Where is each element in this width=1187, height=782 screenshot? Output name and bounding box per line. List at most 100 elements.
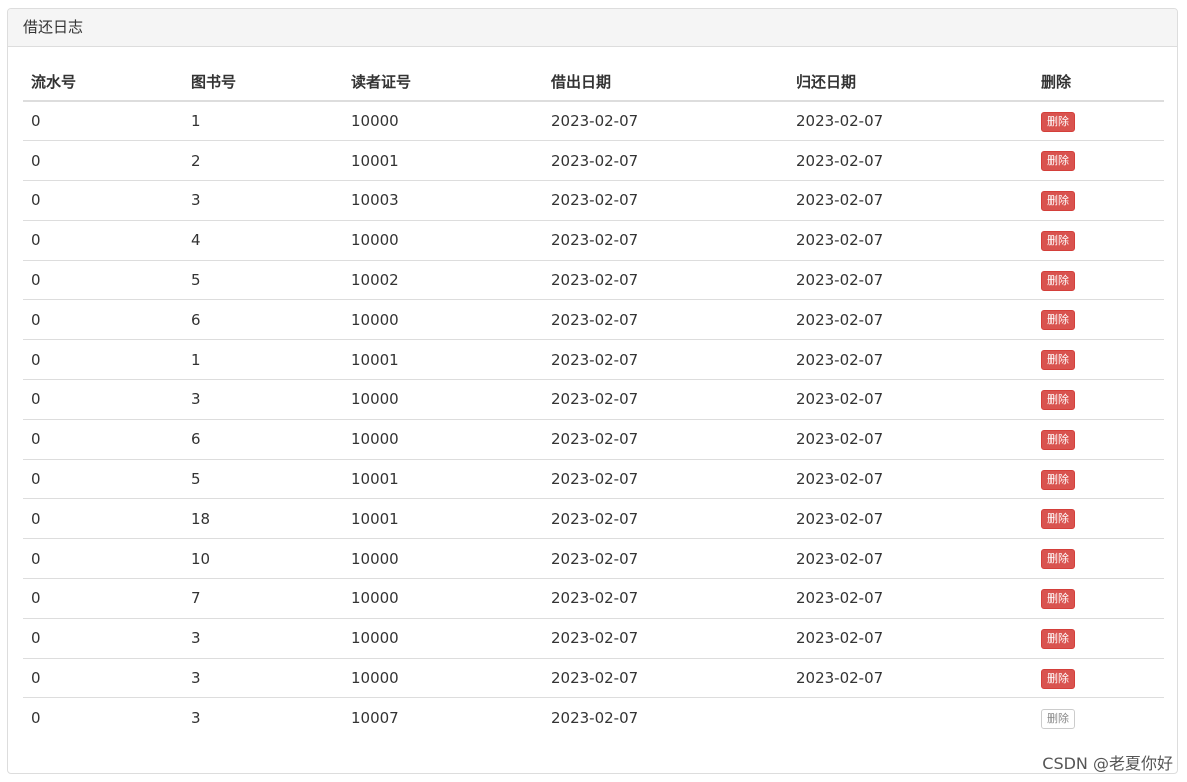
cell-lend-date: 2023-02-07	[543, 219, 788, 261]
cell-delete: 删除	[1033, 538, 1164, 579]
table-row: 0 3 10000 2023-02-07 2023-02-07 删除	[23, 617, 1164, 659]
cell-reader-id: 10000	[343, 657, 543, 698]
delete-button[interactable]: 删除	[1041, 151, 1075, 172]
delete-button[interactable]: 删除	[1041, 708, 1075, 729]
cell-delete: 删除	[1033, 578, 1164, 619]
cell-serial: 0	[23, 657, 183, 698]
cell-book-id: 3	[183, 180, 343, 221]
cell-delete: 删除	[1033, 418, 1164, 460]
cell-return-date: 2023-02-07	[788, 657, 1033, 698]
cell-reader-id: 10000	[351, 112, 399, 131]
table-row: 0 3 10003 2023-02-07 2023-02-07 删除	[23, 180, 1164, 221]
table-body: 0 1 10000 2023-02-07 2023-02-07 删除 0 2 10001 2023…	[23, 101, 1164, 738]
header-serial: 流水号	[23, 62, 183, 102]
cell-delete: 删除	[1033, 458, 1164, 499]
cell-return-date: 2023-02-07	[788, 379, 1033, 420]
delete-button[interactable]: 删除	[1041, 230, 1075, 251]
cell-delete: 删除	[1033, 259, 1164, 300]
cell-lend-date: 2023-02-07	[543, 299, 788, 340]
header-reader-id: 读者证号	[343, 62, 543, 102]
cell-return-date: 2023-02-07	[788, 259, 1033, 300]
cell-reader-id: 10000	[343, 418, 543, 460]
cell-delete: 删除	[1033, 180, 1164, 221]
cell-reader-id: 10000	[343, 379, 543, 420]
cell-book-id: 18	[183, 498, 343, 539]
delete-button[interactable]: 删除	[1041, 588, 1075, 609]
delete-button[interactable]: 删除	[1041, 628, 1075, 649]
table-row: 0 10 10000 2023-02-07 2023-02-07 删除	[23, 538, 1164, 579]
cell-reader-id: 10001	[343, 458, 543, 499]
cell-serial: 0	[23, 379, 183, 420]
cell-lend-date: 2023-02-07	[543, 458, 788, 499]
cell-serial: 0	[23, 697, 183, 738]
table-row: 0 7 10000 2023-02-07 2023-02-07 删除	[23, 578, 1164, 619]
delete-button[interactable]: 删除	[1041, 111, 1075, 132]
cell-book-id: 1	[191, 112, 201, 131]
cell-serial: 0	[23, 617, 183, 659]
cell-book-id: 5	[183, 458, 343, 499]
delete-button[interactable]: 删除	[1041, 429, 1075, 450]
cell-book-id: 10	[183, 538, 343, 579]
cell-delete: 删除	[1033, 101, 1164, 141]
cell-delete: 删除	[1033, 379, 1164, 420]
cell-lend-date: 2023-02-07	[543, 578, 788, 619]
panel-body: 流水号 图书号 读者证号 借出日期 归还日期 删除 0 1 10000 2023-02…	[8, 47, 1177, 738]
cell-reader-id: 10000	[343, 578, 543, 619]
cell-book-id: 6	[183, 418, 343, 460]
delete-button[interactable]: 删除	[1041, 668, 1075, 689]
cell-serial: 0	[31, 112, 41, 131]
watermark: CSDN @老夏你好	[1042, 754, 1173, 773]
borrow-log-table: 流水号 图书号 读者证号 借出日期 归还日期 删除 0 1 10000 2023-02…	[23, 62, 1164, 738]
cell-book-id: 4	[183, 219, 343, 261]
delete-button[interactable]: 删除	[1041, 549, 1075, 570]
cell-serial: 0	[23, 339, 183, 380]
cell-return-date: 2023-02-07	[788, 458, 1033, 499]
cell-serial: 0	[23, 259, 183, 300]
cell-book-id: 3	[183, 697, 343, 738]
cell-book-id: 1	[183, 339, 343, 380]
delete-button[interactable]: 删除	[1041, 190, 1075, 211]
cell-return-date: 2023-02-07	[788, 578, 1033, 619]
cell-delete: 删除	[1033, 140, 1164, 181]
cell-lend-date: 2023-02-07	[543, 259, 788, 300]
header-delete: 删除	[1033, 62, 1164, 102]
header-return-date: 归还日期	[788, 62, 1033, 102]
header-book-id: 图书号	[183, 62, 343, 102]
cell-serial: 0	[23, 578, 183, 619]
table-row: 0 5 10001 2023-02-07 2023-02-07 删除	[23, 458, 1164, 499]
delete-button[interactable]: 删除	[1041, 310, 1075, 331]
cell-return-date: 2023-02-07	[788, 418, 1033, 460]
cell-book-id: 6	[183, 299, 343, 340]
cell-reader-id: 10001	[343, 140, 543, 181]
cell-return-date: 2023-02-07	[788, 180, 1033, 221]
cell-delete: 删除	[1033, 339, 1164, 380]
cell-return-date: 2023-02-07	[788, 617, 1033, 659]
cell-book-id: 5	[183, 259, 343, 300]
cell-lend-date: 2023-02-07	[543, 498, 788, 539]
table-row: 0 2 10001 2023-02-07 2023-02-07 删除	[23, 140, 1164, 181]
cell-reader-id: 10000	[343, 219, 543, 261]
cell-return-date: 2023-02-07	[788, 299, 1033, 340]
delete-button[interactable]: 删除	[1041, 389, 1075, 410]
cell-book-id: 3	[183, 379, 343, 420]
cell-delete: 删除	[1033, 219, 1164, 261]
cell-delete: 删除	[1033, 617, 1164, 659]
cell-reader-id: 10001	[343, 339, 543, 380]
cell-return-date: 2023-02-07	[788, 538, 1033, 579]
delete-button[interactable]: 删除	[1041, 350, 1075, 371]
cell-serial: 0	[23, 180, 183, 221]
cell-return-date: 2023-02-07	[788, 219, 1033, 261]
table-row: 0 3 10007 2023-02-07 删除	[23, 697, 1164, 738]
cell-reader-id: 10000	[343, 299, 543, 340]
cell-delete: 删除	[1033, 498, 1164, 539]
delete-button[interactable]: 删除	[1041, 509, 1075, 530]
delete-button[interactable]: 删除	[1041, 469, 1075, 490]
cell-book-id: 7	[183, 578, 343, 619]
table-row: 0 18 10001 2023-02-07 2023-02-07 删除	[23, 498, 1164, 539]
cell-reader-id: 10002	[343, 259, 543, 300]
cell-reader-id: 10001	[343, 498, 543, 539]
cell-return-date: 2023-02-07	[796, 112, 884, 131]
cell-serial: 0	[23, 140, 183, 181]
delete-button[interactable]: 删除	[1041, 270, 1075, 291]
cell-serial: 0	[23, 498, 183, 539]
